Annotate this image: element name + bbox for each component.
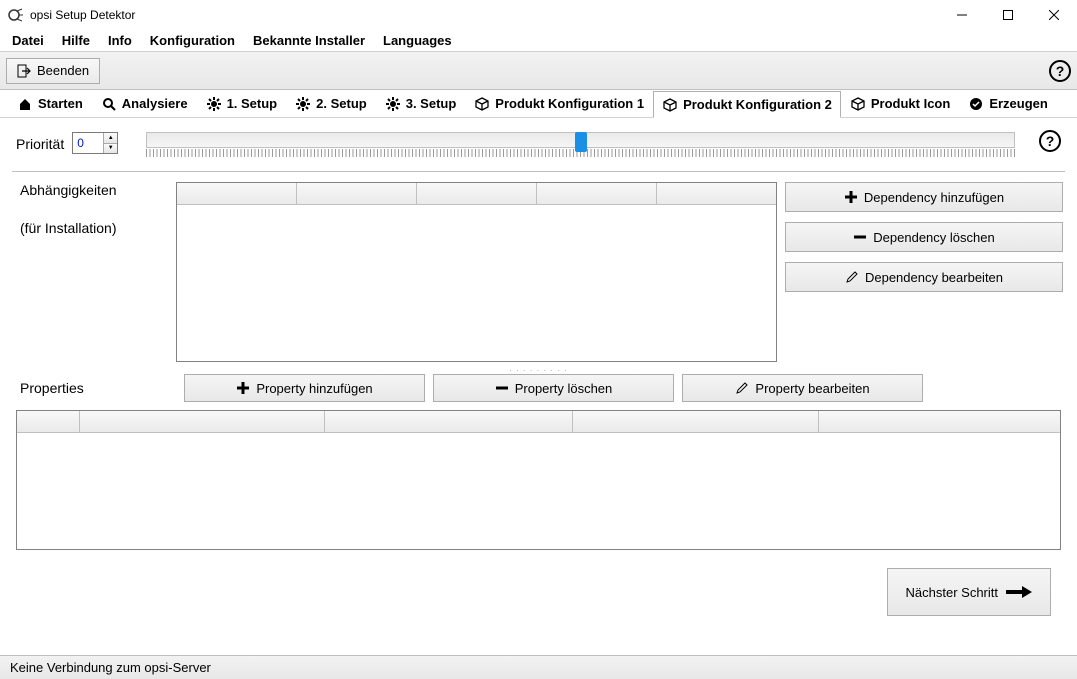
- tab-produkt-icon[interactable]: Produkt Icon: [841, 90, 959, 117]
- tab-setup1[interactable]: 1. Setup: [197, 90, 287, 117]
- menubar: Datei Hilfe Info Konfiguration Bekannte …: [0, 30, 1077, 52]
- menu-bekannte-installer[interactable]: Bekannte Installer: [245, 31, 373, 50]
- dep-header-2[interactable]: [297, 183, 417, 205]
- beenden-button[interactable]: Beenden: [6, 58, 100, 84]
- splitter[interactable]: · · · · · · · · ·: [12, 366, 1065, 374]
- plus-icon: [844, 190, 858, 204]
- tab-erzeugen[interactable]: Erzeugen: [959, 90, 1057, 117]
- beenden-label: Beenden: [37, 63, 89, 78]
- menu-konfiguration[interactable]: Konfiguration: [142, 31, 243, 50]
- menu-datei[interactable]: Datei: [4, 31, 52, 50]
- dependencies-section: Abhängigkeiten (für Installation) Depend…: [12, 171, 1065, 366]
- menu-hilfe[interactable]: Hilfe: [54, 31, 98, 50]
- pencil-icon: [735, 381, 749, 395]
- statusbar: Keine Verbindung zum opsi-Server: [0, 655, 1077, 679]
- dependencies-table[interactable]: [176, 182, 777, 362]
- prop-header-1[interactable]: [17, 411, 80, 433]
- priority-slider[interactable]: [146, 132, 1015, 148]
- dep-header-4[interactable]: [537, 183, 657, 205]
- minimize-button[interactable]: [939, 0, 985, 30]
- window-titlebar: opsi Setup Detektor: [0, 0, 1077, 30]
- priority-row: Priorität ▲ ▼ ?: [12, 124, 1065, 171]
- gear-icon: [206, 96, 222, 112]
- minus-icon: [853, 230, 867, 244]
- spinner-down[interactable]: ▼: [104, 144, 117, 154]
- dependency-edit-button[interactable]: Dependency bearbeiten: [785, 262, 1063, 292]
- minus-icon: [495, 381, 509, 395]
- properties-table[interactable]: [16, 410, 1061, 550]
- maximize-button[interactable]: [985, 0, 1031, 30]
- properties-section: Properties Property hinzufügen Property …: [12, 374, 1065, 402]
- status-text: Keine Verbindung zum opsi-Server: [10, 660, 211, 675]
- menu-languages[interactable]: Languages: [375, 31, 460, 50]
- tab-setup2[interactable]: 2. Setup: [286, 90, 376, 117]
- gear-icon: [385, 96, 401, 112]
- priority-spinner[interactable]: ▲ ▼: [72, 132, 118, 154]
- dep-header-1[interactable]: [177, 183, 297, 205]
- magnifier-icon: [101, 96, 117, 112]
- app-icon: [8, 7, 24, 23]
- box-icon: [662, 97, 678, 113]
- slider-thumb[interactable]: [575, 132, 587, 152]
- tab-produkt-konfiguration-2[interactable]: Produkt Konfiguration 2: [653, 91, 841, 118]
- prop-header-3[interactable]: [325, 411, 573, 433]
- plus-icon: [236, 381, 250, 395]
- next-step-button[interactable]: Nächster Schritt: [887, 568, 1051, 616]
- window-title: opsi Setup Detektor: [30, 8, 135, 22]
- dependencies-title: Abhängigkeiten: [20, 182, 168, 198]
- tab-starten[interactable]: Starten: [8, 90, 92, 117]
- dependencies-subtitle: (für Installation): [20, 220, 168, 236]
- prop-header-5[interactable]: [819, 411, 1060, 433]
- spinner-up[interactable]: ▲: [104, 133, 117, 144]
- check-circle-icon: [968, 96, 984, 112]
- pencil-icon: [845, 270, 859, 284]
- toolbar: Beenden ?: [0, 52, 1077, 90]
- menu-info[interactable]: Info: [100, 31, 140, 50]
- help-button[interactable]: ?: [1049, 60, 1071, 82]
- property-remove-button[interactable]: Property löschen: [433, 374, 674, 402]
- gear-icon: [295, 96, 311, 112]
- dep-header-3[interactable]: [417, 183, 537, 205]
- priority-help-button[interactable]: ?: [1039, 130, 1061, 152]
- tab-analysiere[interactable]: Analysiere: [92, 90, 197, 117]
- dependency-remove-button[interactable]: Dependency löschen: [785, 222, 1063, 252]
- priority-label: Priorität: [16, 132, 64, 152]
- prop-header-4[interactable]: [573, 411, 819, 433]
- arrow-right-icon: [1006, 585, 1032, 599]
- exit-icon: [17, 64, 31, 78]
- home-icon: [17, 96, 33, 112]
- box-icon: [474, 96, 490, 112]
- tab-produkt-konfiguration-1[interactable]: Produkt Konfiguration 1: [465, 90, 653, 117]
- tab-bar: Starten Analysiere 1. Setup 2. Setup 3. …: [0, 90, 1077, 118]
- property-edit-button[interactable]: Property bearbeiten: [682, 374, 923, 402]
- properties-title: Properties: [20, 380, 176, 396]
- dependency-add-button[interactable]: Dependency hinzufügen: [785, 182, 1063, 212]
- dep-header-5[interactable]: [657, 183, 776, 205]
- priority-input[interactable]: [73, 133, 103, 153]
- prop-header-2[interactable]: [80, 411, 325, 433]
- property-add-button[interactable]: Property hinzufügen: [184, 374, 425, 402]
- close-button[interactable]: [1031, 0, 1077, 30]
- tab-setup3[interactable]: 3. Setup: [376, 90, 466, 117]
- box-icon: [850, 96, 866, 112]
